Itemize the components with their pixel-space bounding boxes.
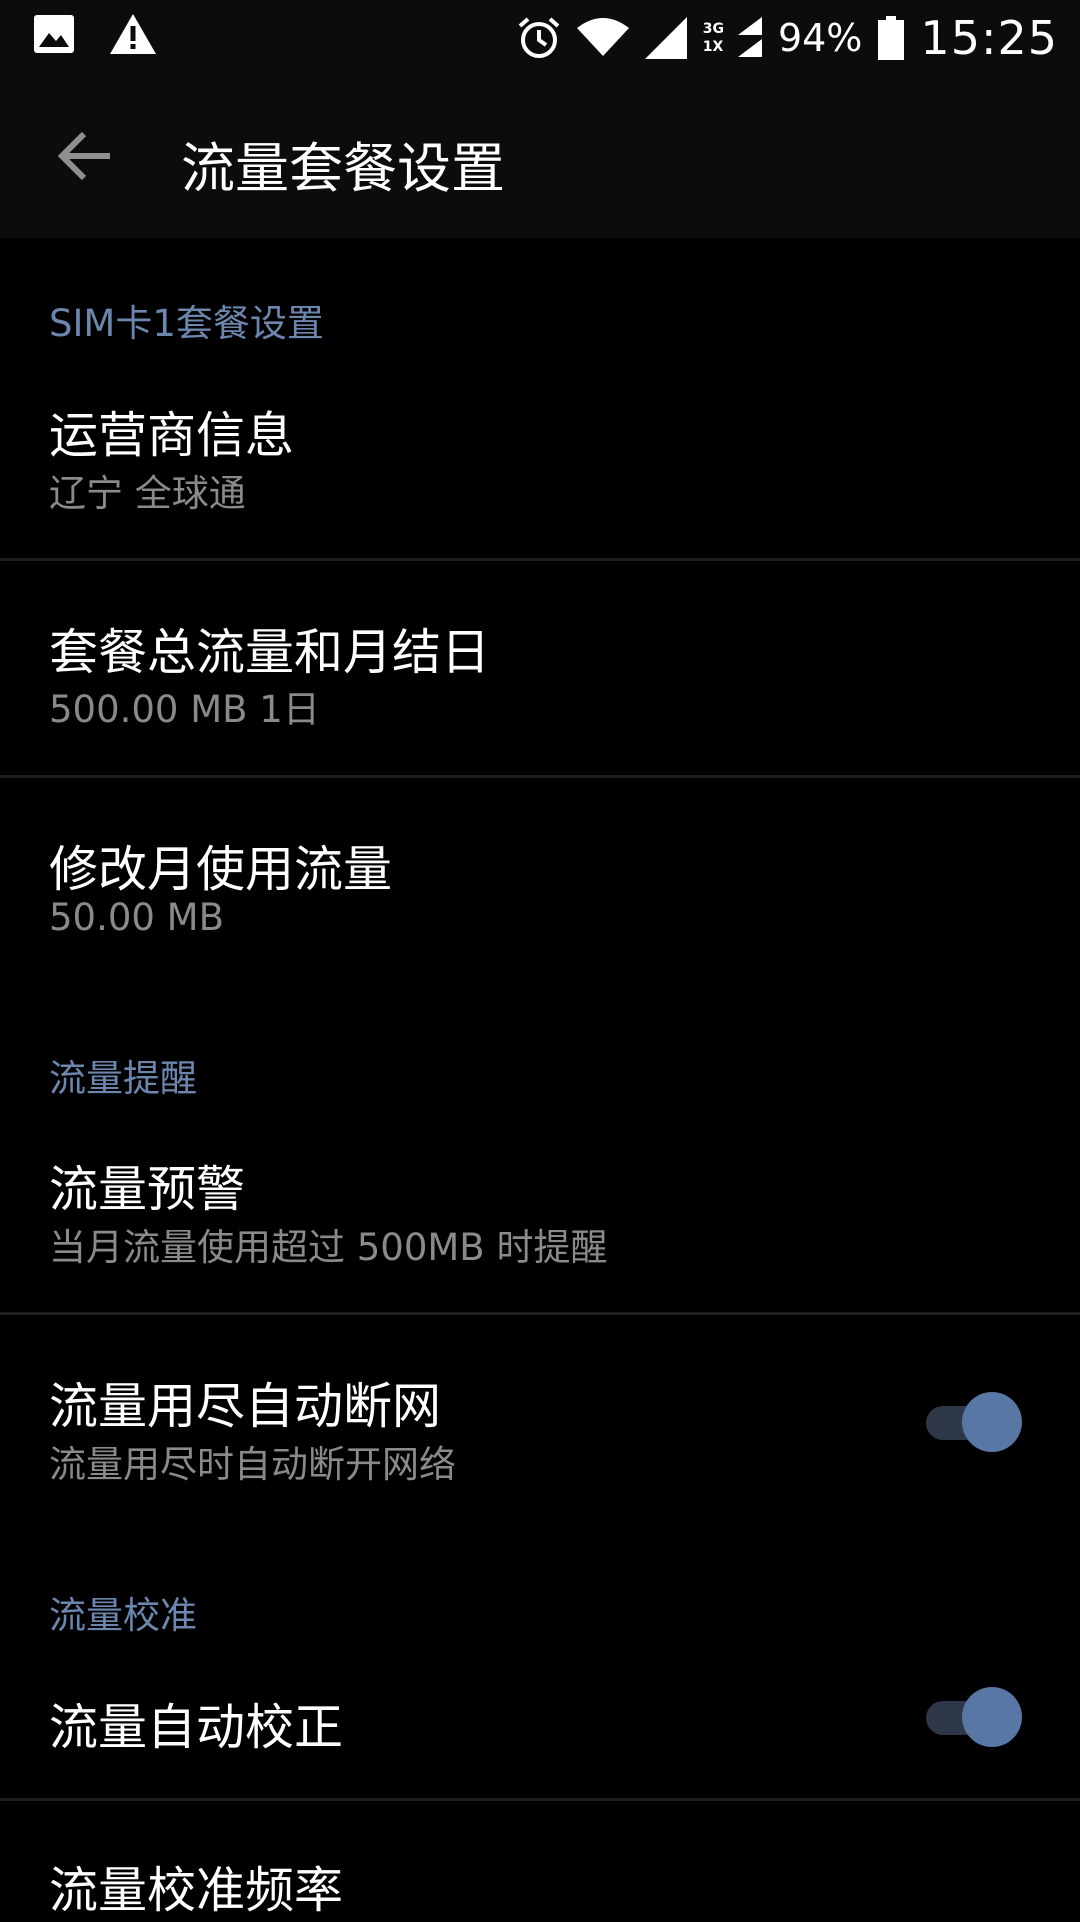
battery-percent: 94% [777, 16, 863, 60]
setting-subtitle: 辽宁 全球通 [49, 472, 246, 515]
status-bar: 3G 1X 94% 15:25 [0, 0, 1080, 72]
setting-subtitle: 50.00 MB [49, 896, 224, 939]
section-header-calibration: 流量校准 [49, 1594, 197, 1637]
setting-title: 运营商信息 [49, 407, 295, 464]
setting-title: 流量用尽自动断网 [49, 1378, 442, 1435]
network-type: 3G 1X [702, 21, 724, 55]
app-bar: 流量套餐设置 [0, 72, 1080, 238]
setting-title: 流量预警 [49, 1161, 246, 1218]
image-icon [34, 15, 74, 53]
setting-subtitle: 当月流量使用超过 500MB 时提醒 [49, 1226, 608, 1269]
section-header-sim1: SIM卡1套餐设置 [49, 302, 324, 345]
divider [0, 558, 1080, 561]
arrow-left-icon [57, 131, 110, 181]
page-title: 流量套餐设置 [181, 137, 505, 200]
warning-icon [110, 14, 156, 54]
battery-icon [878, 16, 905, 60]
section-header-reminder: 流量提醒 [49, 1057, 197, 1100]
setting-title: 套餐总流量和月结日 [49, 624, 491, 681]
divider [0, 775, 1080, 778]
auto-disconnect-toggle[interactable] [926, 1392, 1024, 1452]
divider [0, 1798, 1080, 1801]
setting-subtitle: 流量用尽时自动断开网络 [49, 1443, 456, 1486]
alarm-icon [518, 17, 560, 58]
signal-icon [644, 17, 687, 59]
wifi-icon [576, 18, 629, 56]
setting-title: 修改月使用流量 [49, 841, 393, 898]
auto-calibrate-toggle[interactable] [926, 1687, 1024, 1747]
back-button[interactable] [54, 125, 116, 187]
divider [0, 1312, 1080, 1315]
setting-subtitle: 500.00 MB 1日 [49, 688, 320, 731]
toggle-thumb [962, 1392, 1022, 1452]
clock: 15:25 [920, 11, 1058, 65]
toggle-thumb [962, 1687, 1022, 1747]
setting-title: 流量校准频率 [49, 1862, 344, 1919]
signal-icon [737, 17, 762, 57]
setting-title: 流量自动校正 [49, 1699, 344, 1756]
